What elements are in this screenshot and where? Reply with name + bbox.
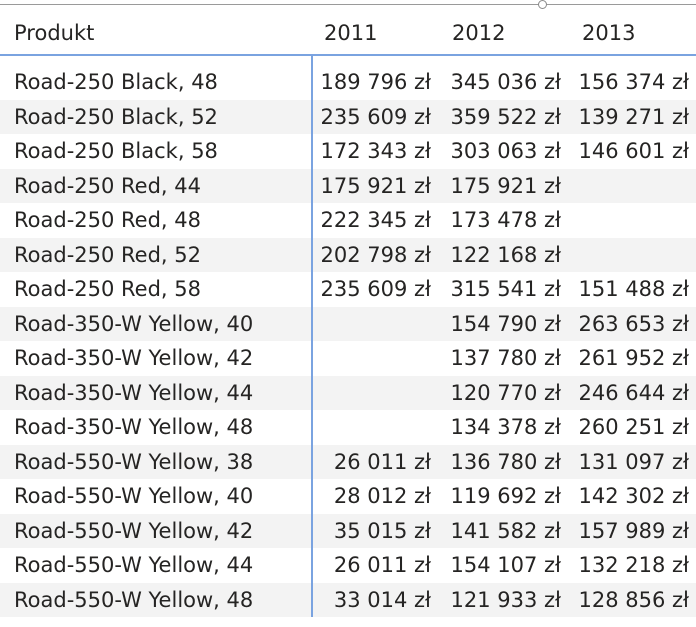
row-product-cell: Road-550-W Yellow, 42 bbox=[0, 513, 313, 548]
row-value-2011-cell: 235 609 zł bbox=[312, 272, 440, 307]
table-row[interactable]: Road-550-W Yellow, 44 26 011 zł 154 107 zł… bbox=[0, 548, 696, 583]
row-product-cell: Road-250 Red, 52 bbox=[0, 237, 313, 272]
column-header-2011[interactable]: 2011 bbox=[312, 12, 440, 56]
matrix-body: Road-250 Black, 48 189 796 zł 345 036 zł 15… bbox=[0, 65, 696, 617]
row-value-2011-cell bbox=[312, 375, 440, 410]
row-value-2013-cell: 132 218 zł bbox=[570, 548, 696, 583]
row-value-2012-cell: 359 522 zł bbox=[440, 99, 570, 134]
row-product-cell: Road-250 Red, 58 bbox=[0, 272, 313, 307]
row-value-2011-cell: 175 921 zł bbox=[312, 168, 440, 203]
visual-top-border bbox=[0, 4, 696, 5]
row-value-2012-cell: 119 692 zł bbox=[440, 479, 570, 514]
column-header-2012[interactable]: 2012 bbox=[440, 12, 570, 56]
row-value-2012-cell: 345 036 zł bbox=[440, 65, 570, 100]
row-value-2013-cell: 151 488 zł bbox=[570, 272, 696, 307]
row-value-2013-cell: 131 097 zł bbox=[570, 444, 696, 479]
row-value-2012-cell: 121 933 zł bbox=[440, 582, 570, 617]
row-value-2011-cell: 33 014 zł bbox=[312, 582, 440, 617]
row-value-2011-cell bbox=[312, 410, 440, 445]
row-value-2012-cell: 315 541 zł bbox=[440, 272, 570, 307]
row-value-2011-cell: 26 011 zł bbox=[312, 444, 440, 479]
column-header-2013[interactable]: 2013 bbox=[570, 12, 696, 56]
header-spacer bbox=[0, 55, 696, 65]
row-value-2013-cell bbox=[570, 203, 696, 238]
row-value-2012-cell: 137 780 zł bbox=[440, 341, 570, 376]
row-value-2013-cell: 157 989 zł bbox=[570, 513, 696, 548]
column-header-product[interactable]: Produkt bbox=[0, 12, 312, 56]
table-row[interactable]: Road-250 Red, 58 235 609 zł 315 541 zł 151 … bbox=[0, 272, 696, 307]
table-row[interactable]: Road-550-W Yellow, 48 33 014 zł 121 933 zł… bbox=[0, 582, 696, 617]
row-product-cell: Road-550-W Yellow, 38 bbox=[0, 444, 313, 479]
row-value-2011-cell: 35 015 zł bbox=[312, 513, 440, 548]
row-value-2013-cell: 261 952 zł bbox=[570, 341, 696, 376]
table-row[interactable]: Road-350-W Yellow, 42 137 780 zł 261 952 z… bbox=[0, 341, 696, 376]
row-value-2013-cell bbox=[570, 168, 696, 203]
row-product-cell: Road-350-W Yellow, 40 bbox=[0, 306, 313, 341]
table-row[interactable]: Road-250 Black, 48 189 796 zł 345 036 zł 15… bbox=[0, 65, 696, 100]
row-value-2013-cell: 156 374 zł bbox=[570, 65, 696, 100]
row-product-cell: Road-250 Black, 52 bbox=[0, 99, 313, 134]
resize-handle-top[interactable] bbox=[538, 0, 547, 9]
matrix-visual[interactable]: Produkt 2011 2012 2013 Road-250 Black, 4… bbox=[0, 0, 696, 627]
row-value-2011-cell: 28 012 zł bbox=[312, 479, 440, 514]
row-value-2012-cell: 175 921 zł bbox=[440, 168, 570, 203]
row-value-2011-cell: 222 345 zł bbox=[312, 203, 440, 238]
row-value-2013-cell: 139 271 zł bbox=[570, 99, 696, 134]
matrix-table: Produkt 2011 2012 2013 Road-250 Black, 4… bbox=[0, 12, 696, 617]
row-value-2012-cell: 136 780 zł bbox=[440, 444, 570, 479]
table-row[interactable]: Road-250 Red, 48 222 345 zł 173 478 zł bbox=[0, 203, 696, 238]
table-row[interactable]: Road-250 Black, 52 235 609 zł 359 522 zł 13… bbox=[0, 99, 696, 134]
row-value-2013-cell bbox=[570, 237, 696, 272]
row-value-2013-cell: 146 601 zł bbox=[570, 134, 696, 169]
row-product-cell: Road-250 Black, 58 bbox=[0, 134, 313, 169]
table-row[interactable]: Road-350-W Yellow, 48 134 378 zł 260 251 z… bbox=[0, 410, 696, 445]
row-product-cell: Road-250 Black, 48 bbox=[0, 65, 313, 100]
row-product-cell: Road-350-W Yellow, 44 bbox=[0, 375, 313, 410]
table-row[interactable]: Road-550-W Yellow, 42 35 015 zł 141 582 zł… bbox=[0, 513, 696, 548]
table-row[interactable]: Road-250 Black, 58 172 343 zł 303 063 zł 14… bbox=[0, 134, 696, 169]
row-value-2013-cell: 260 251 zł bbox=[570, 410, 696, 445]
table-row[interactable]: Road-350-W Yellow, 40 154 790 zł 263 653 z… bbox=[0, 306, 696, 341]
row-value-2012-cell: 120 770 zł bbox=[440, 375, 570, 410]
row-product-cell: Road-350-W Yellow, 48 bbox=[0, 410, 313, 445]
row-value-2011-cell: 189 796 zł bbox=[312, 65, 440, 100]
table-row[interactable]: Road-350-W Yellow, 44 120 770 zł 246 644 z… bbox=[0, 375, 696, 410]
row-value-2011-cell: 235 609 zł bbox=[312, 99, 440, 134]
row-value-2012-cell: 141 582 zł bbox=[440, 513, 570, 548]
table-row[interactable]: Road-250 Red, 52 202 798 zł 122 168 zł bbox=[0, 237, 696, 272]
row-value-2012-cell: 154 107 zł bbox=[440, 548, 570, 583]
row-product-cell: Road-550-W Yellow, 40 bbox=[0, 479, 313, 514]
row-value-2013-cell: 128 856 zł bbox=[570, 582, 696, 617]
row-value-2011-cell: 202 798 zł bbox=[312, 237, 440, 272]
row-value-2011-cell bbox=[312, 306, 440, 341]
header-row: Produkt 2011 2012 2013 bbox=[0, 12, 696, 56]
row-value-2013-cell: 246 644 zł bbox=[570, 375, 696, 410]
row-value-2011-cell bbox=[312, 341, 440, 376]
row-value-2011-cell: 26 011 zł bbox=[312, 548, 440, 583]
row-value-2013-cell: 263 653 zł bbox=[570, 306, 696, 341]
row-value-2012-cell: 134 378 zł bbox=[440, 410, 570, 445]
row-product-cell: Road-250 Red, 48 bbox=[0, 203, 313, 238]
table-row[interactable]: Road-550-W Yellow, 40 28 012 zł 119 692 zł… bbox=[0, 479, 696, 514]
row-value-2012-cell: 173 478 zł bbox=[440, 203, 570, 238]
row-value-2012-cell: 303 063 zł bbox=[440, 134, 570, 169]
row-value-2012-cell: 154 790 zł bbox=[440, 306, 570, 341]
row-value-2013-cell: 142 302 zł bbox=[570, 479, 696, 514]
row-product-cell: Road-550-W Yellow, 44 bbox=[0, 548, 313, 583]
row-value-2011-cell: 172 343 zł bbox=[312, 134, 440, 169]
row-value-2012-cell: 122 168 zł bbox=[440, 237, 570, 272]
row-product-cell: Road-250 Red, 44 bbox=[0, 168, 313, 203]
row-product-cell: Road-550-W Yellow, 48 bbox=[0, 582, 313, 617]
row-product-cell: Road-350-W Yellow, 42 bbox=[0, 341, 313, 376]
table-row[interactable]: Road-250 Red, 44 175 921 zł 175 921 zł bbox=[0, 168, 696, 203]
table-row[interactable]: Road-550-W Yellow, 38 26 011 zł 136 780 zł… bbox=[0, 444, 696, 479]
